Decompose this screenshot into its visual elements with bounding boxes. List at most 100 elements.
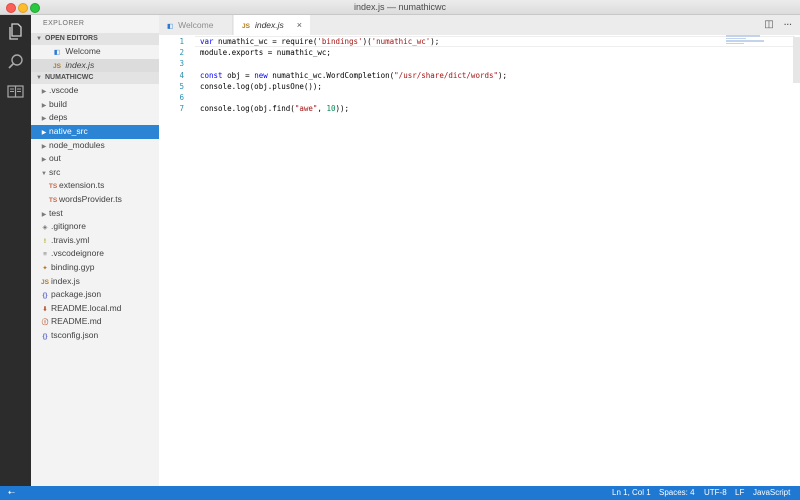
folder-deps[interactable]: ▶ deps	[31, 111, 159, 125]
open-editor-index-js[interactable]: JS index.js	[31, 58, 159, 73]
activity-bar	[0, 15, 31, 486]
code-text: var numathic_wc = require('bindings')('n…	[200, 36, 439, 47]
line-number: 7	[179, 104, 184, 114]
folder-src[interactable]: ▼ src	[31, 166, 159, 180]
welcome-icon: ◧	[53, 49, 61, 56]
file-travis-yml[interactable]: ! .travis.yml	[31, 234, 159, 248]
file-wordsprovider-ts[interactable]: TS wordsProvider.ts	[31, 193, 159, 207]
remote-icon[interactable]: ⇠	[8, 486, 15, 500]
folder-test[interactable]: ▶ test	[31, 207, 159, 221]
folder-vscode[interactable]: ▶ .vscode	[31, 84, 159, 98]
file-readme-md[interactable]: ⓘ README.md	[31, 315, 159, 329]
open-editor-welcome[interactable]: ◧ Welcome	[31, 45, 159, 59]
indentation-setting[interactable]: Spaces: 4	[659, 486, 695, 500]
code-token: )(	[362, 37, 372, 46]
code-line[interactable]: 4 const obj = new numathic_wc.WordComplet…	[159, 70, 719, 81]
file-gitignore[interactable]: ◈ .gitignore	[31, 220, 159, 234]
language-mode[interactable]: JavaScript	[753, 486, 790, 500]
tab-index-js[interactable]: JS index.js ×	[234, 15, 310, 35]
code-token: console.log(obj.plusOne());	[200, 81, 322, 91]
code-token: 'bindings'	[317, 37, 363, 46]
editor-tab-bar: ◧ Welcome JS index.js × ◫ ···	[159, 15, 800, 35]
status-bar: ⇠ Ln 1, Col 1 Spaces: 4 UTF-8 LF JavaScr…	[0, 486, 800, 500]
tab-welcome[interactable]: ◧ Welcome	[159, 15, 233, 35]
search-icon[interactable]	[7, 53, 24, 70]
files-icon[interactable]	[7, 23, 24, 40]
file-extension-ts[interactable]: TS extension.ts	[31, 179, 159, 193]
split-editor-icon[interactable]: ◫	[763, 19, 775, 31]
encoding-setting[interactable]: UTF-8	[704, 486, 727, 500]
folder-node-modules[interactable]: ▶ node_modules	[31, 139, 159, 153]
minimap-line	[726, 37, 746, 39]
line-number: 3	[179, 59, 184, 69]
file-readme-local-md[interactable]: ⬇ README.local.md	[31, 302, 159, 316]
ts-file-icon: TS	[48, 183, 58, 191]
code-token: const	[200, 70, 223, 80]
file-binding-gyp[interactable]: ✦ binding.gyp	[31, 261, 159, 275]
json-file-icon: {}	[42, 332, 48, 340]
code-text: console.log(obj.plusOne());	[200, 81, 322, 92]
code-token: "awe"	[294, 104, 318, 114]
file-vscodeignore[interactable]: ≡ .vscodeignore	[31, 247, 159, 261]
code-token: );	[430, 37, 440, 46]
text-file-icon: ≡	[43, 251, 47, 259]
folder-out[interactable]: ▶ out	[31, 152, 159, 166]
cursor-position[interactable]: Ln 1, Col 1	[612, 486, 651, 500]
code-token: ));	[335, 104, 350, 114]
js-file-icon: JS	[41, 278, 49, 286]
code-token: console.log(obj.find(	[200, 104, 295, 114]
gyp-file-icon: ✦	[42, 264, 48, 272]
code-text: module.exports = numathic_wc;	[200, 47, 331, 58]
welcome-icon: ◧	[167, 23, 174, 30]
js-file-icon: JS	[242, 23, 250, 30]
code-editor[interactable]: 1 var numathic_wc = require('bindings')('…	[159, 35, 800, 486]
minimap-line	[726, 35, 760, 37]
code-token: 'numathic_wc'	[371, 37, 431, 46]
code-token: module.exports = numathic_wc;	[200, 48, 331, 58]
line-number: 1	[179, 37, 184, 46]
open-editors-header[interactable]: ▼ OPEN EDITORS	[31, 33, 159, 45]
editor-scrollbar[interactable]	[793, 37, 800, 83]
project-header[interactable]: ▼ NUMATHICWC	[31, 72, 159, 85]
window-title: index.js — numathicwc	[353, 2, 447, 12]
chevron-down-icon: ▼	[36, 36, 42, 42]
book-icon[interactable]	[7, 83, 24, 100]
close-tab-icon[interactable]: ×	[297, 15, 302, 35]
code-token: );	[498, 70, 508, 80]
code-line[interactable]: 3	[159, 58, 719, 69]
minimap-line	[726, 42, 744, 44]
info-file-icon: ⓘ	[41, 319, 49, 327]
code-token: numathic_wc.WordCompletion(	[267, 70, 395, 80]
code-token: var	[200, 37, 214, 46]
minimap[interactable]	[726, 35, 766, 47]
code-line[interactable]: 7 console.log(obj.find("awe", 10));	[159, 103, 719, 114]
title-bar: index.js — numathicwc	[0, 0, 800, 15]
js-file-icon: JS	[53, 62, 61, 70]
code-line[interactable]: 2 module.exports = numathic_wc;	[159, 47, 719, 58]
code-line[interactable]: 5 console.log(obj.plusOne());	[159, 81, 719, 92]
code-token: numathic_wc = require(	[213, 37, 318, 46]
file-package-json[interactable]: {} package.json	[31, 288, 159, 302]
yaml-file-icon: !	[43, 237, 47, 245]
code-text: const obj = new numathic_wc.WordCompleti…	[200, 70, 507, 81]
chevron-down-icon: ▼	[36, 75, 42, 82]
code-text: console.log(obj.find("awe", 10));	[200, 103, 349, 114]
folder-native-src[interactable]: ▶ native_src	[31, 124, 159, 139]
ts-file-icon: TS	[48, 196, 58, 204]
code-token: obj =	[222, 70, 255, 80]
minimap-line	[726, 40, 764, 42]
code-token: new	[254, 70, 268, 80]
line-number: 2	[179, 48, 184, 58]
code-line[interactable]: 6	[159, 92, 719, 103]
line-number: 6	[179, 93, 184, 102]
line-ending-setting[interactable]: LF	[735, 486, 744, 500]
file-index-js[interactable]: JS index.js	[31, 275, 159, 289]
explorer-sidebar: EXPLORER ▼ OPEN EDITORS ◧ Welcome JS inde…	[31, 15, 159, 486]
git-file-icon: ◈	[42, 224, 48, 232]
file-tsconfig-json[interactable]: {} tsconfig.json	[31, 329, 159, 343]
json-file-icon: {}	[42, 292, 48, 300]
explorer-title: EXPLORER	[43, 20, 85, 27]
folder-build[interactable]: ▶ build	[31, 98, 159, 112]
more-actions-icon[interactable]: ···	[782, 19, 794, 31]
code-line[interactable]: 1 var numathic_wc = require('bindings')('…	[159, 36, 795, 47]
